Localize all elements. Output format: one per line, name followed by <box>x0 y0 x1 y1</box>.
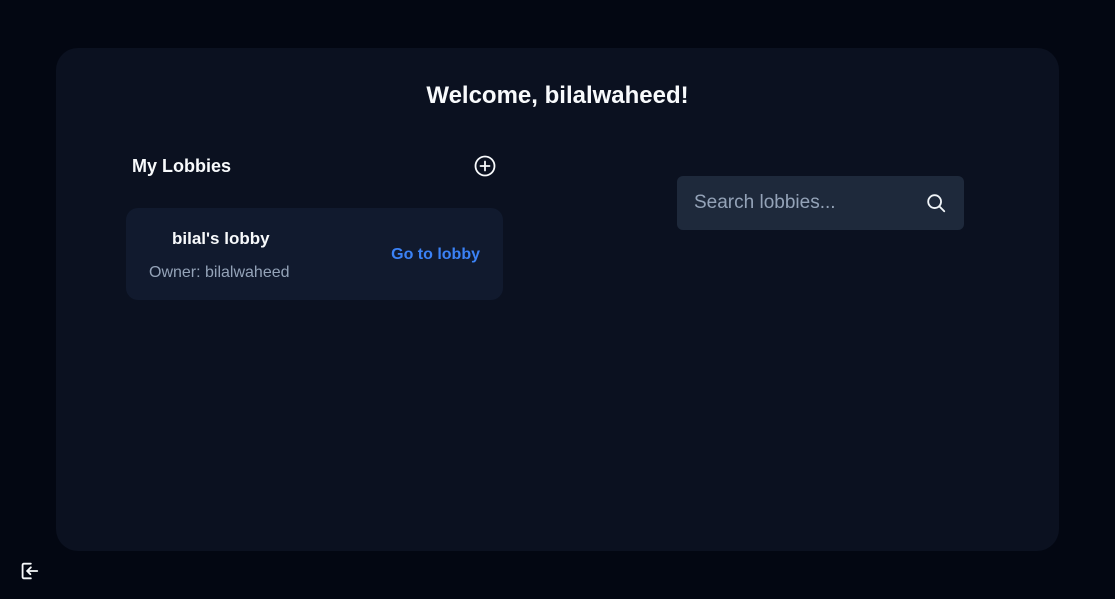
logout-button[interactable] <box>18 560 40 582</box>
page-title: Welcome, bilalwaheed! <box>426 82 689 109</box>
plus-circle-icon <box>474 155 496 177</box>
go-to-lobby-link[interactable]: Go to lobby <box>391 244 480 266</box>
main-panel: Welcome, bilalwaheed! My Lobbies bilal's… <box>56 48 1059 551</box>
search-input[interactable] <box>677 176 917 230</box>
lobby-owner: Owner: bilalwaheed <box>149 264 290 281</box>
add-lobby-button[interactable] <box>473 154 497 178</box>
logout-icon <box>21 562 39 580</box>
lobby-name: bilal's lobby <box>172 229 270 248</box>
search-box <box>677 176 964 230</box>
lobby-card: bilal's lobby Owner: bilalwaheed Go to l… <box>126 208 503 300</box>
search-icon[interactable] <box>925 192 947 214</box>
my-lobbies-heading: My Lobbies <box>132 156 232 176</box>
